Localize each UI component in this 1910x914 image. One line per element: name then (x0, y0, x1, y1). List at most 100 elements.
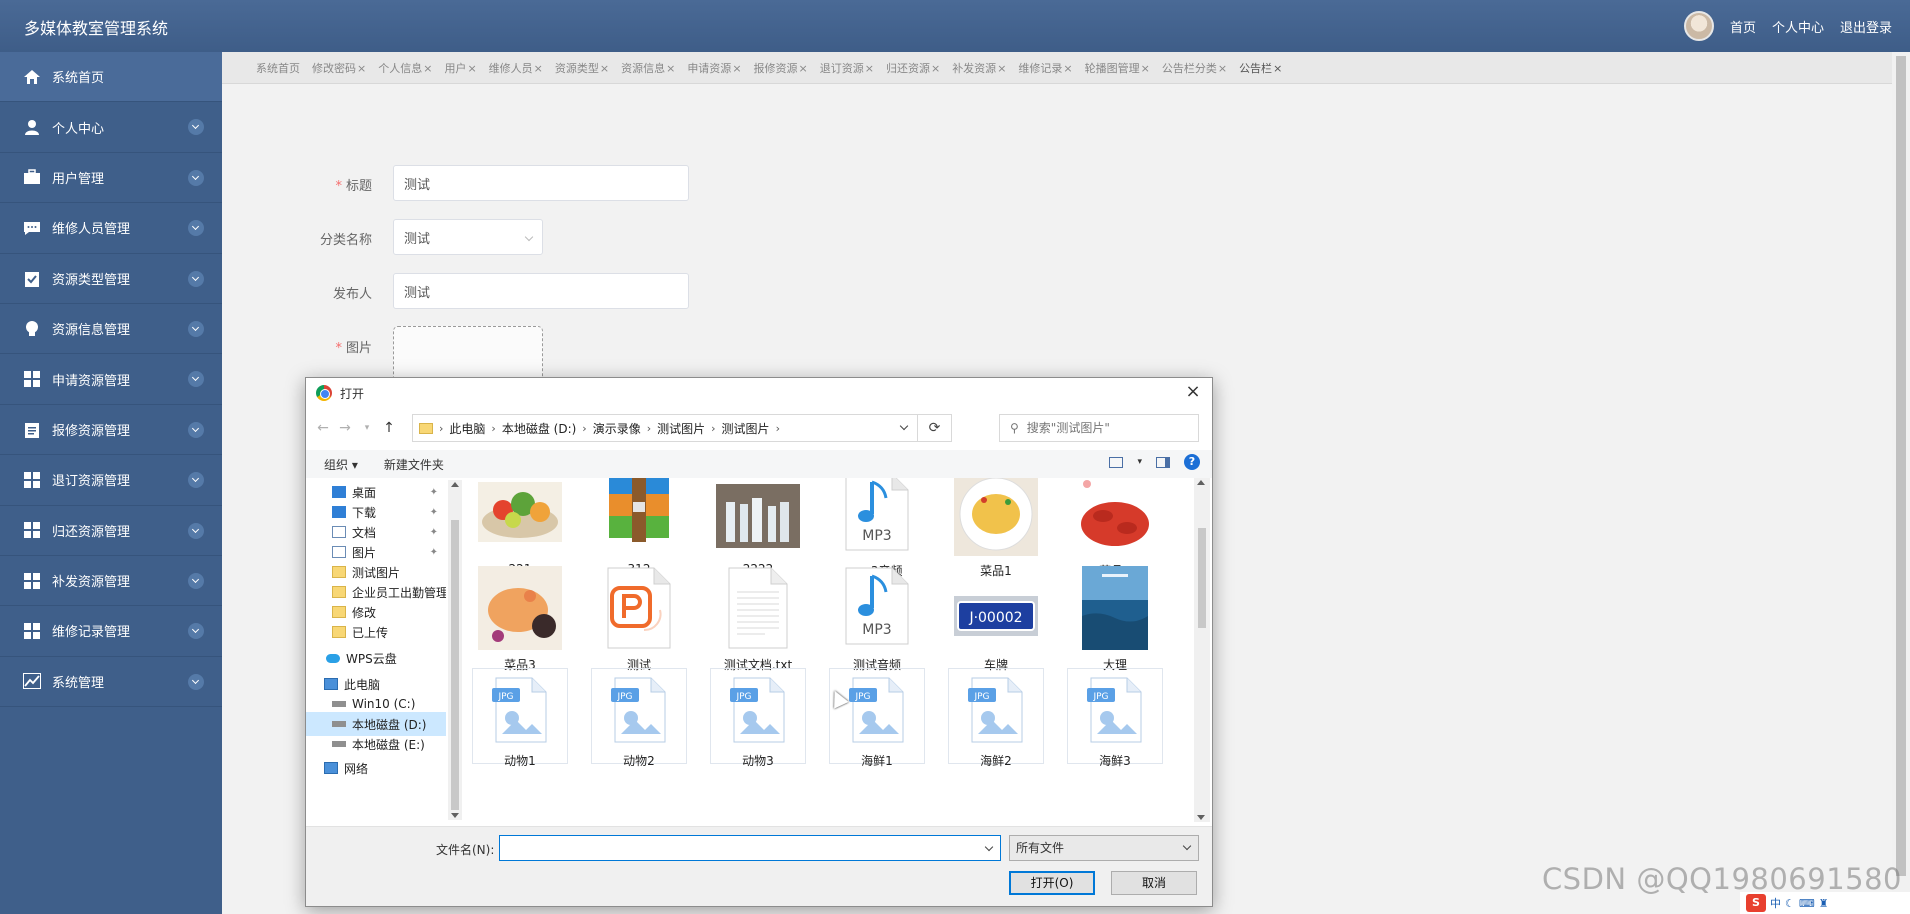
forward-arrow-icon[interactable]: → (334, 420, 356, 436)
tab-close-icon[interactable]: × (1141, 62, 1150, 75)
recent-chevron-icon[interactable]: ▾ (356, 423, 378, 433)
help-icon[interactable]: ? (1184, 454, 1200, 470)
tab-close-icon[interactable]: × (666, 62, 675, 75)
back-arrow-icon[interactable]: ← (312, 420, 334, 436)
breadcrumb-separator-icon[interactable]: › (776, 422, 780, 435)
tab-11[interactable]: 补发资源× (952, 60, 1006, 76)
tab-close-icon[interactable]: × (865, 62, 874, 75)
home-link[interactable]: 首页 (1730, 17, 1756, 36)
filename-input[interactable] (500, 836, 980, 860)
tab-close-icon[interactable]: × (732, 62, 741, 75)
sidebar-item-8[interactable]: 退订资源管理 (0, 455, 222, 506)
avatar[interactable] (1683, 11, 1714, 41)
sidebar-item-9[interactable]: 归还资源管理 (0, 506, 222, 556)
cancel-button[interactable]: 取消 (1111, 871, 1197, 895)
file-item[interactable]: JPG 海鲜3 (1067, 662, 1163, 778)
tab-close-icon[interactable]: × (1218, 62, 1227, 75)
filename-field[interactable] (499, 835, 1001, 861)
pin-icon[interactable]: ✦ (430, 487, 438, 498)
tab-10[interactable]: 归还资源× (886, 60, 940, 76)
new-folder-button[interactable]: 新建文件夹 (384, 456, 444, 473)
tab-13[interactable]: 轮播图管理× (1085, 60, 1150, 76)
title-input[interactable]: 测试 (393, 165, 689, 201)
tab-12[interactable]: 维修记录× (1018, 60, 1072, 76)
sidebar-item-1[interactable]: 个人中心 (0, 102, 222, 153)
tab-14[interactable]: 公告栏分类× (1162, 60, 1227, 76)
breadcrumb-separator-icon[interactable]: › (582, 422, 586, 435)
chevron-down-icon[interactable]: ▾ (1137, 457, 1142, 467)
search-input[interactable] (1026, 421, 1177, 435)
nav-item[interactable]: 本地磁盘 (E:) (306, 732, 446, 756)
breadcrumb-separator-icon[interactable]: › (711, 422, 715, 435)
sidebar-item-7[interactable]: 报修资源管理 (0, 405, 222, 456)
view-options-icon[interactable] (1109, 456, 1124, 468)
breadcrumb-separator-icon[interactable]: › (439, 422, 443, 435)
breadcrumb-item[interactable]: 测试图片 (657, 420, 705, 437)
up-arrow-icon[interactable]: ↑ (378, 420, 400, 436)
breadcrumb-item[interactable]: 测试图片 (722, 420, 770, 437)
chevron-down-icon[interactable] (899, 421, 909, 431)
sidebar-item-0[interactable]: 系统首页 (0, 52, 222, 103)
tab-9[interactable]: 退订资源× (820, 60, 874, 76)
close-icon[interactable]: × (1182, 382, 1204, 404)
tab-close-icon[interactable]: × (534, 62, 543, 75)
open-button[interactable]: 打开(O) (1009, 871, 1095, 895)
chevron-down-icon[interactable] (984, 842, 994, 852)
sidebar-item-6[interactable]: 申请资源管理 (0, 354, 222, 405)
breadcrumb-separator-icon[interactable]: › (491, 422, 495, 435)
tab-2[interactable]: 个人信息× (378, 60, 432, 76)
profile-link[interactable]: 个人中心 (1772, 17, 1824, 36)
pin-icon[interactable]: ✦ (430, 507, 438, 518)
file-item[interactable]: JPG 海鲜1 (829, 662, 925, 778)
tab-close-icon[interactable]: × (423, 62, 432, 75)
file-grid-scrollbar[interactable] (1194, 478, 1210, 822)
sidebar-item-3[interactable]: 维修人员管理 (0, 203, 222, 254)
nav-item[interactable]: 网络 (306, 756, 446, 780)
tab-8[interactable]: 报修资源× (754, 60, 808, 76)
tab-1[interactable]: 修改密码× (312, 60, 366, 76)
breadcrumb-item[interactable]: 此电脑 (449, 420, 485, 437)
tab-7[interactable]: 申请资源× (687, 60, 741, 76)
tab-close-icon[interactable]: × (467, 62, 476, 75)
tab-6[interactable]: 资源信息× (621, 60, 675, 76)
address-bar[interactable]: › 此电脑 › 本地磁盘 (D:) › 演示录像 › 测试图片 › 测试图片 › ⟳ (412, 414, 952, 442)
nav-pane-scrollbar[interactable] (448, 480, 462, 820)
keyboard-icon[interactable]: ⌨ (1799, 897, 1815, 910)
tab-close-icon[interactable]: × (931, 62, 940, 75)
tab-15[interactable]: 公告栏× (1239, 60, 1282, 76)
sidebar-item-2[interactable]: 用户管理 (0, 153, 222, 204)
moon-icon[interactable]: ☾ (1785, 897, 1795, 910)
tab-close-icon[interactable]: × (357, 62, 366, 75)
tab-5[interactable]: 资源类型× (555, 60, 609, 76)
nav-item[interactable]: WPS云盘 (306, 646, 446, 670)
tab-close-icon[interactable]: × (997, 62, 1006, 75)
tab-close-icon[interactable]: × (1063, 62, 1072, 75)
organize-button[interactable]: 组织 ▾ (324, 456, 358, 473)
filetype-select[interactable]: 所有文件 (1009, 835, 1199, 861)
file-item[interactable]: JPG 海鲜2 (948, 662, 1044, 778)
preview-pane-icon[interactable] (1156, 456, 1170, 468)
sidebar-item-11[interactable]: 维修记录管理 (0, 606, 222, 657)
file-item[interactable]: JPG 动物3 (710, 662, 806, 778)
tab-3[interactable]: 用户× (444, 60, 476, 76)
sidebar-item-5[interactable]: 资源信息管理 (0, 304, 222, 355)
logout-link[interactable]: 退出登录 (1840, 17, 1892, 36)
publisher-input[interactable]: 测试 (393, 273, 689, 309)
sidebar-item-4[interactable]: 资源类型管理 (0, 254, 222, 304)
sidebar-item-10[interactable]: 补发资源管理 (0, 556, 222, 607)
breadcrumb-item[interactable]: 演示录像 (593, 420, 641, 437)
tab-close-icon[interactable]: × (1273, 62, 1282, 75)
category-select[interactable]: 测试 (393, 219, 543, 255)
ime-mode[interactable]: 中 (1770, 895, 1781, 911)
file-item[interactable]: JPG 动物2 (591, 662, 687, 778)
page-scrollbar[interactable] (1892, 52, 1910, 914)
shirt-icon[interactable]: ♜ (1819, 897, 1829, 910)
nav-item[interactable]: 已上传 (306, 620, 446, 644)
sidebar-item-12[interactable]: 系统管理 (0, 657, 222, 708)
ime-logo-icon[interactable]: S (1746, 894, 1766, 912)
tab-close-icon[interactable]: × (799, 62, 808, 75)
tab-close-icon[interactable]: × (600, 62, 609, 75)
file-item[interactable]: JPG 动物1 (472, 662, 568, 778)
tab-0[interactable]: 系统首页 (256, 60, 300, 76)
refresh-icon[interactable]: ⟳ (917, 415, 951, 441)
